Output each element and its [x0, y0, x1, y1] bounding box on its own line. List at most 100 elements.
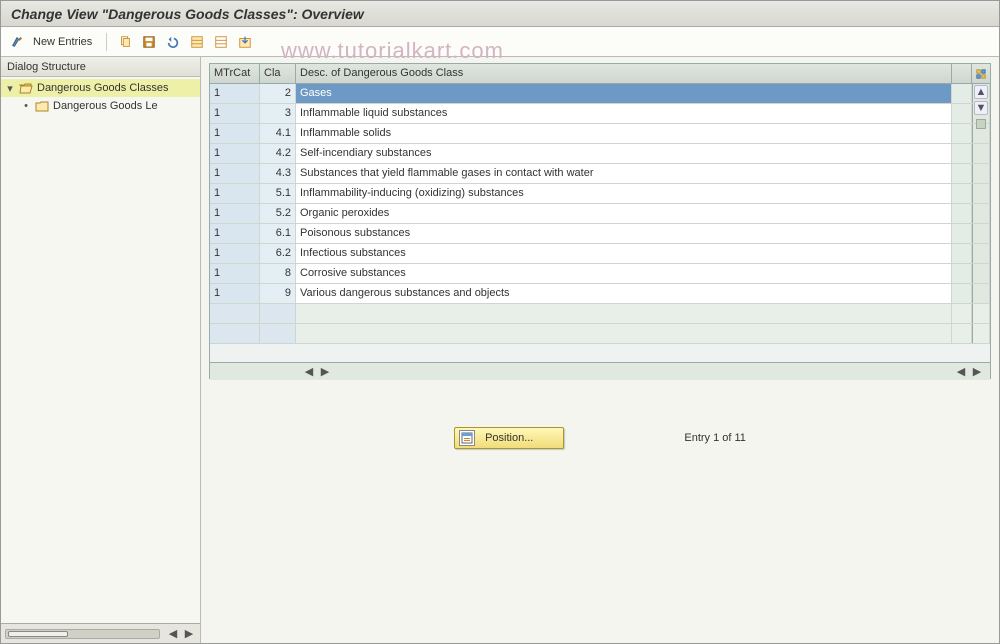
hscroll-right2-icon[interactable]: ▶ — [970, 365, 984, 379]
cell-spacer — [952, 164, 972, 183]
table-row[interactable]: 15.1Inflammability-inducing (oxidizing) … — [210, 184, 990, 204]
table-row — [210, 304, 990, 324]
collapse-icon[interactable]: ▾ — [5, 82, 15, 95]
table-config-icon[interactable] — [972, 64, 990, 83]
table-body: 12Gases13Inflammable liquid substances14… — [210, 84, 990, 362]
hscroll-right-icon[interactable]: ▶ — [318, 365, 332, 379]
folder-icon — [35, 100, 49, 112]
cell-desc[interactable]: Inflammable liquid substances — [296, 104, 952, 123]
cell-mtrcat[interactable]: 1 — [210, 224, 260, 243]
cell-cla[interactable]: 8 — [260, 264, 296, 283]
tree-item-label: Dangerous Goods Classes — [37, 82, 168, 94]
window-title: Change View "Dangerous Goods Classes": O… — [1, 1, 999, 27]
cell-desc[interactable]: Various dangerous substances and objects — [296, 284, 952, 303]
cell-mtrcat[interactable]: 1 — [210, 284, 260, 303]
col-header-desc[interactable]: Desc. of Dangerous Goods Class — [296, 64, 952, 83]
main-panel: MTrCat Cla Desc. of Dangerous Goods Clas… — [201, 57, 999, 643]
cell-mtrcat[interactable]: 1 — [210, 164, 260, 183]
table-row[interactable]: 13Inflammable liquid substances — [210, 104, 990, 124]
cell-desc[interactable]: Substances that yield flammable gases in… — [296, 164, 952, 183]
copy-icon[interactable] — [115, 32, 135, 52]
cell-cla[interactable]: 3 — [260, 104, 296, 123]
vertical-scrollbar[interactable]: ▲ ▼ — [973, 85, 989, 129]
cell-desc[interactable]: Inflammable solids — [296, 124, 952, 143]
scroll-right-icon[interactable]: ▶ — [182, 627, 196, 641]
cell-mtrcat[interactable]: 1 — [210, 184, 260, 203]
undo-icon[interactable] — [163, 32, 183, 52]
cell-vscroll — [972, 304, 990, 323]
cell-desc[interactable]: Poisonous substances — [296, 224, 952, 243]
cell-mtrcat[interactable]: 1 — [210, 104, 260, 123]
cell-cla — [260, 324, 296, 343]
cell-desc — [296, 324, 952, 343]
cell-desc[interactable]: Infectious substances — [296, 244, 952, 263]
hscroll-left2-icon[interactable]: ◀ — [954, 365, 968, 379]
cell-vscroll — [972, 244, 990, 263]
cell-mtrcat — [210, 324, 260, 343]
cell-cla[interactable]: 4.3 — [260, 164, 296, 183]
hscroll-left-icon[interactable]: ◀ — [302, 365, 316, 379]
cell-spacer — [952, 264, 972, 283]
cell-desc[interactable]: Corrosive substances — [296, 264, 952, 283]
cell-desc — [296, 304, 952, 323]
table-row[interactable]: 14.2Self-incendiary substances — [210, 144, 990, 164]
toggle-display-icon[interactable] — [7, 32, 27, 52]
table-row[interactable]: 12Gases — [210, 84, 990, 104]
scroll-left-icon[interactable]: ◀ — [166, 627, 180, 641]
cell-cla[interactable]: 4.2 — [260, 144, 296, 163]
table-row[interactable]: 16.2Infectious substances — [210, 244, 990, 264]
cell-mtrcat[interactable]: 1 — [210, 264, 260, 283]
cell-cla[interactable]: 6.2 — [260, 244, 296, 263]
tree-item[interactable]: •Dangerous Goods Le — [1, 97, 200, 115]
cell-cla[interactable]: 5.2 — [260, 204, 296, 223]
table: MTrCat Cla Desc. of Dangerous Goods Clas… — [209, 63, 991, 379]
horizontal-scrollbar[interactable]: ◀ ▶ ◀ ▶ — [210, 362, 990, 380]
dialog-structure-panel: Dialog Structure ▾Dangerous Goods Classe… — [1, 57, 201, 643]
cell-cla — [260, 304, 296, 323]
cell-vscroll — [972, 324, 990, 343]
toolbar: New Entries — [1, 27, 999, 57]
cell-mtrcat[interactable]: 1 — [210, 84, 260, 103]
cell-cla[interactable]: 6.1 — [260, 224, 296, 243]
cell-cla[interactable]: 5.1 — [260, 184, 296, 203]
cell-cla[interactable]: 4.1 — [260, 124, 296, 143]
deselect-all-icon[interactable] — [211, 32, 231, 52]
tree-item[interactable]: ▾ Dangerous Goods Classes — [1, 79, 200, 97]
cell-desc[interactable]: Organic peroxides — [296, 204, 952, 223]
cell-desc[interactable]: Self-incendiary substances — [296, 144, 952, 163]
cell-mtrcat[interactable]: 1 — [210, 244, 260, 263]
tree-item-label: Dangerous Goods Le — [53, 100, 158, 112]
select-all-icon[interactable] — [187, 32, 207, 52]
scroll-down-icon[interactable]: ▼ — [974, 101, 988, 115]
table-row[interactable]: 14.1Inflammable solids — [210, 124, 990, 144]
cell-cla[interactable]: 2 — [260, 84, 296, 103]
sidebar-scrollbar[interactable]: ◀ ▶ — [1, 623, 200, 643]
table-row[interactable]: 19Various dangerous substances and objec… — [210, 284, 990, 304]
scroll-up-icon[interactable]: ▲ — [974, 85, 988, 99]
new-entries-button[interactable]: New Entries — [31, 36, 98, 48]
save-icon[interactable] — [139, 32, 159, 52]
position-label: Position... — [485, 432, 533, 444]
cell-desc[interactable]: Gases — [296, 84, 952, 103]
table-row[interactable]: 18Corrosive substances — [210, 264, 990, 284]
cell-vscroll — [972, 284, 990, 303]
export-icon[interactable] — [235, 32, 255, 52]
table-row[interactable]: 15.2Organic peroxides — [210, 204, 990, 224]
cell-mtrcat[interactable]: 1 — [210, 144, 260, 163]
cell-spacer — [952, 104, 972, 123]
col-header-cla[interactable]: Cla — [260, 64, 296, 83]
table-row — [210, 324, 990, 344]
col-header-spacer — [952, 64, 972, 83]
cell-mtrcat[interactable]: 1 — [210, 204, 260, 223]
table-row[interactable]: 16.1Poisonous substances — [210, 224, 990, 244]
table-row[interactable]: 14.3Substances that yield flammable gase… — [210, 164, 990, 184]
cell-vscroll — [972, 184, 990, 203]
cell-spacer — [952, 124, 972, 143]
position-button[interactable]: Position... — [454, 427, 564, 449]
scroll-marker — [976, 119, 986, 129]
cell-cla[interactable]: 9 — [260, 284, 296, 303]
cell-mtrcat[interactable]: 1 — [210, 124, 260, 143]
col-header-mtrcat[interactable]: MTrCat — [210, 64, 260, 83]
cell-desc[interactable]: Inflammability-inducing (oxidizing) subs… — [296, 184, 952, 203]
footer-row: Position... Entry 1 of 11 — [201, 427, 999, 449]
